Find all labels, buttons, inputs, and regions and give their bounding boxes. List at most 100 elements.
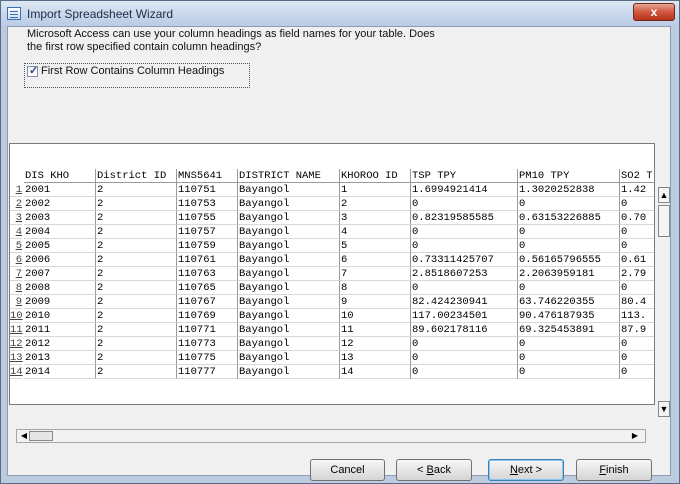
- table-cell: Bayangol: [238, 253, 340, 267]
- vertical-scrollbar[interactable]: ▲ ▼: [658, 187, 670, 425]
- table-cell: 2005: [24, 239, 96, 253]
- scroll-up-icon[interactable]: ▲: [658, 187, 670, 203]
- table-cell: 2012: [24, 337, 96, 351]
- table-cell: 2008: [24, 281, 96, 295]
- table-cell: 2013: [24, 351, 96, 365]
- table-row[interactable]: 14 2014 2 110777 Bayangol 14 0 0 0: [10, 365, 654, 379]
- column-header[interactable]: DIS KHO: [24, 169, 96, 183]
- table-cell: 0: [518, 197, 620, 211]
- table-cell: 0: [411, 351, 518, 365]
- table-cell: 0: [518, 351, 620, 365]
- scroll-down-icon[interactable]: ▼: [658, 401, 670, 417]
- table-cell: 3: [340, 211, 411, 225]
- table-cell: 63.746220355: [518, 295, 620, 309]
- table-cell: 110753: [177, 197, 238, 211]
- table-cell: 11: [340, 323, 411, 337]
- first-row-headings-checkbox[interactable]: ✓: [27, 65, 39, 77]
- cancel-button[interactable]: Cancel: [310, 459, 385, 481]
- table-cell: 1.6994921414: [411, 183, 518, 197]
- table-row[interactable]: 1 2001 2 110751 Bayangol 1 1.6994921414 1.30202…: [10, 183, 654, 197]
- column-header[interactable]: KHOROO ID: [340, 169, 411, 183]
- scroll-right-icon[interactable]: ▶: [629, 431, 641, 441]
- table-cell: 2006: [24, 253, 96, 267]
- column-header[interactable]: District ID: [96, 169, 177, 183]
- table-row[interactable]: 8 2008 2 110765 Bayangol 8 0 0 0: [10, 281, 654, 295]
- row-number: 7: [10, 267, 22, 281]
- table-row[interactable]: 9 2009 2 110767 Bayangol 9 82.424230941 63.7462…: [10, 295, 654, 309]
- table-row[interactable]: 5 2005 2 110759 Bayangol 5 0 0 0: [10, 239, 654, 253]
- row-number: 13: [10, 352, 23, 365]
- table-cell: 14: [340, 365, 411, 379]
- horizontal-scrollbar[interactable]: ◀ ▶: [16, 429, 680, 443]
- table-row[interactable]: 13 2013 2 110775 Bayangol 13 0 0 0: [10, 351, 654, 365]
- table-cell: 1: [340, 183, 411, 197]
- scroll-left-icon[interactable]: ◀: [18, 431, 30, 441]
- table-cell: 0.73311425707: [411, 253, 518, 267]
- table-cell: 2: [96, 337, 177, 351]
- table-cell: 89.602178116: [411, 323, 518, 337]
- table-cell: 2.2063959181: [518, 267, 620, 281]
- table-row[interactable]: 3 2003 2 110755 Bayangol 3 0.82319585585 0.6315…: [10, 211, 654, 225]
- table-cell: 0: [411, 197, 518, 211]
- table-cell: 2: [96, 351, 177, 365]
- table-cell: 12: [340, 337, 411, 351]
- horizontal-scroll-track[interactable]: ◀ ▶: [16, 429, 646, 443]
- table-cell: 2009: [24, 295, 96, 309]
- table-cell: 2: [96, 197, 177, 211]
- table-cell: Bayangol: [238, 309, 340, 323]
- table-row[interactable]: 11 2011 2 110771 Bayangol 11 89.602178116 69.32…: [10, 323, 654, 337]
- table-cell: 2: [96, 323, 177, 337]
- check-mark-icon: ✓: [29, 65, 39, 77]
- column-header[interactable]: PM10 TPY: [518, 169, 620, 183]
- table-cell: 2: [96, 253, 177, 267]
- table-row[interactable]: 6 2006 2 110761 Bayangol 6 0.73311425707 0.5616…: [10, 253, 654, 267]
- table-cell: 0.61: [620, 253, 654, 267]
- table-cell: 110773: [177, 337, 238, 351]
- table-cell: Bayangol: [238, 211, 340, 225]
- back-button[interactable]: < Back: [396, 459, 472, 481]
- column-header[interactable]: MNS5641: [177, 169, 238, 183]
- table-cell: 80.4: [620, 295, 654, 309]
- table-cell: 110763: [177, 267, 238, 281]
- vertical-scroll-thumb[interactable]: [658, 205, 670, 237]
- table-cell: 110761: [177, 253, 238, 267]
- close-button[interactable]: x: [633, 3, 675, 21]
- table-cell: 0: [411, 281, 518, 295]
- table-row[interactable]: 10 2010 2 110769 Bayangol 10 117.00234501 90.47…: [10, 309, 654, 323]
- table-cell: 9: [340, 295, 411, 309]
- next-button[interactable]: Next >: [488, 459, 564, 481]
- table-cell: 0: [620, 351, 654, 365]
- first-row-headings-option[interactable]: ✓ First Row Contains Column Headings: [24, 63, 250, 88]
- table-cell: 0: [620, 281, 654, 295]
- data-preview-grid[interactable]: DIS KHO District ID MNS5641 DISTRICT NAME KH…: [9, 143, 655, 405]
- column-header[interactable]: TSP TPY: [411, 169, 518, 183]
- horizontal-scroll-thumb[interactable]: [29, 431, 53, 441]
- row-number: 11: [10, 324, 23, 337]
- row-number: 4: [10, 225, 22, 239]
- table-cell: 0: [411, 365, 518, 379]
- row-number: 6: [10, 253, 22, 267]
- table-cell: 2: [96, 267, 177, 281]
- table-cell: 10: [340, 309, 411, 323]
- row-number: 3: [10, 211, 22, 225]
- table-cell: 2014: [24, 365, 96, 379]
- table-cell: 2: [96, 309, 177, 323]
- finish-button[interactable]: Finish: [576, 459, 652, 481]
- table-cell: 110755: [177, 211, 238, 225]
- table-row[interactable]: 7 2007 2 110763 Bayangol 7 2.8518607253 2.20639…: [10, 267, 654, 281]
- table-cell: 90.476187935: [518, 309, 620, 323]
- table-cell: 0.56165796555: [518, 253, 620, 267]
- table-cell: 110757: [177, 225, 238, 239]
- row-number: 9: [10, 295, 22, 309]
- column-header[interactable]: SO2 T: [620, 169, 654, 183]
- table-cell: 2002: [24, 197, 96, 211]
- table-row[interactable]: 2 2002 2 110753 Bayangol 2 0 0 0: [10, 197, 654, 211]
- prompt-text: Microsoft Access can use your column hea…: [27, 28, 435, 53]
- table-row[interactable]: 4 2004 2 110757 Bayangol 4 0 0 0: [10, 225, 654, 239]
- column-header[interactable]: DISTRICT NAME: [238, 169, 340, 183]
- table-cell: 87.9: [620, 323, 654, 337]
- row-number: 10: [10, 310, 23, 323]
- table-cell: Bayangol: [238, 267, 340, 281]
- table-icon: [7, 7, 21, 20]
- table-row[interactable]: 12 2012 2 110773 Bayangol 12 0 0 0: [10, 337, 654, 351]
